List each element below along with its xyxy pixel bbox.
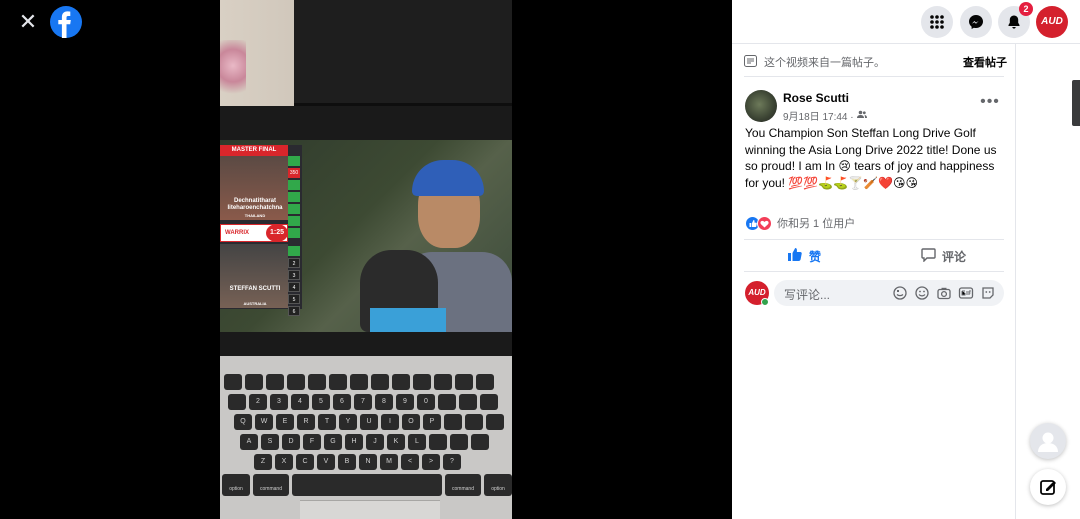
comment-placeholder: 写评论...: [784, 288, 831, 302]
top-bar: 2 AUD: [732, 0, 1080, 44]
media-viewer: ✕ MASTER FINAL Dechnatitharat Iiteharoen…: [0, 0, 732, 519]
video-player[interactable]: MASTER FINAL Dechnatitharat Iiteharoench…: [220, 0, 512, 519]
sticker-icon[interactable]: [892, 285, 908, 301]
score-cell: 6: [288, 306, 300, 316]
score-cell: 350: [288, 168, 300, 178]
scoreboard-scores: 350 2 3 4 5 6: [288, 156, 300, 316]
like-icon: [787, 247, 803, 265]
score-cell: [288, 246, 300, 256]
messenger-icon[interactable]: [960, 6, 992, 38]
like-button[interactable]: 赞: [787, 244, 821, 268]
keyboard-row: [224, 374, 494, 390]
author-avatar[interactable]: [745, 90, 777, 122]
divider: [744, 239, 1004, 240]
post-panel: 2 AUD 这个视频来自一篇帖子。 查看帖子 Rose Scutti 9月18日…: [732, 0, 1080, 519]
score-cell: [288, 228, 300, 238]
like-label: 赞: [809, 249, 822, 264]
friends-audience-icon: [856, 110, 867, 122]
scoreboard-player2: STEFFAN SCUTTI AUSTRALIA: [220, 244, 288, 308]
score-cell: 5: [288, 294, 300, 304]
close-icon[interactable]: ✕: [14, 8, 42, 36]
divider: [744, 271, 1004, 272]
scoreboard-player1: Dechnatitharat Iiteharoenchatchna THAILA…: [220, 156, 288, 220]
score-cell: [288, 216, 300, 226]
post-date[interactable]: 9月18日 17:44 ·: [783, 108, 854, 123]
facebook-logo-icon[interactable]: [50, 6, 82, 38]
author-name[interactable]: Rose Scutti: [783, 91, 849, 105]
score-cell: 3: [288, 270, 300, 280]
love-reaction-icon: [757, 215, 772, 231]
keyboard-row: QWERTYUIOP: [234, 414, 504, 430]
gif-icon[interactable]: [958, 285, 974, 301]
video-keyboard: 234567890 QWERTYUIOP ASDFGHJKL Z X C V B N M < >…: [220, 356, 512, 519]
profile-avatar[interactable]: AUD: [1036, 6, 1068, 38]
compose-icon[interactable]: [1030, 469, 1066, 505]
camera-icon[interactable]: [936, 285, 952, 301]
player2-country: AUSTRALIA: [243, 301, 267, 306]
spacebar: [292, 474, 442, 496]
score-cell: 2: [288, 258, 300, 268]
scoreboard-title: MASTER FINAL: [220, 145, 288, 156]
score-cell: 4: [288, 282, 300, 292]
video-flowers: [220, 40, 246, 104]
scoreboard-timer: 1:25: [266, 224, 288, 242]
more-icon[interactable]: •••: [978, 92, 1002, 116]
score-cell: [288, 204, 300, 214]
video-tv: [294, 0, 512, 106]
contacts-icon[interactable]: [1030, 423, 1066, 459]
comment-tools: [892, 285, 996, 301]
notification-badge: 2: [1019, 2, 1033, 16]
grid-menu-icon[interactable]: [921, 6, 953, 38]
emoji-icon[interactable]: [914, 285, 930, 301]
right-rail-divider: [1015, 44, 1016, 519]
comment-icon: [921, 247, 936, 265]
comment-button[interactable]: 评论: [921, 244, 966, 268]
keyboard-row: option command command option: [222, 474, 512, 496]
score-cell: [288, 180, 300, 190]
reaction-summary[interactable]: 你和另 1 位用户: [745, 214, 855, 232]
post-meta: 9月18日 17:44 ·: [783, 108, 867, 123]
document-icon: [744, 54, 757, 72]
view-post-link[interactable]: 查看帖子: [963, 54, 1007, 70]
video-trackpad: [300, 500, 440, 519]
keyboard-row: Z X C V B N M < >?: [254, 454, 461, 470]
comment-label: 评论: [942, 249, 967, 264]
comment-input[interactable]: 写评论...: [774, 280, 1004, 306]
player1-country: THAILAND: [244, 213, 266, 218]
source-text: 这个视频来自一篇帖子。: [764, 57, 885, 69]
keyboard-row: ASDFGHJKL: [240, 434, 489, 450]
avatar-sticker-icon[interactable]: [980, 285, 996, 301]
score-cell: [288, 156, 300, 166]
score-cell: [288, 192, 300, 202]
online-status-dot: [761, 298, 769, 306]
scrollbar[interactable]: [1072, 80, 1080, 126]
player1-name: Dechnatitharat Iiteharoenchatchna: [227, 198, 283, 211]
player2-name: STEFFAN SCUTTI: [229, 286, 281, 292]
keyboard-row: 234567890: [228, 394, 498, 410]
post-body: You Champion Son Steffan Long Drive Golf…: [745, 126, 997, 190]
reaction-count: 你和另 1 位用户: [777, 218, 856, 230]
